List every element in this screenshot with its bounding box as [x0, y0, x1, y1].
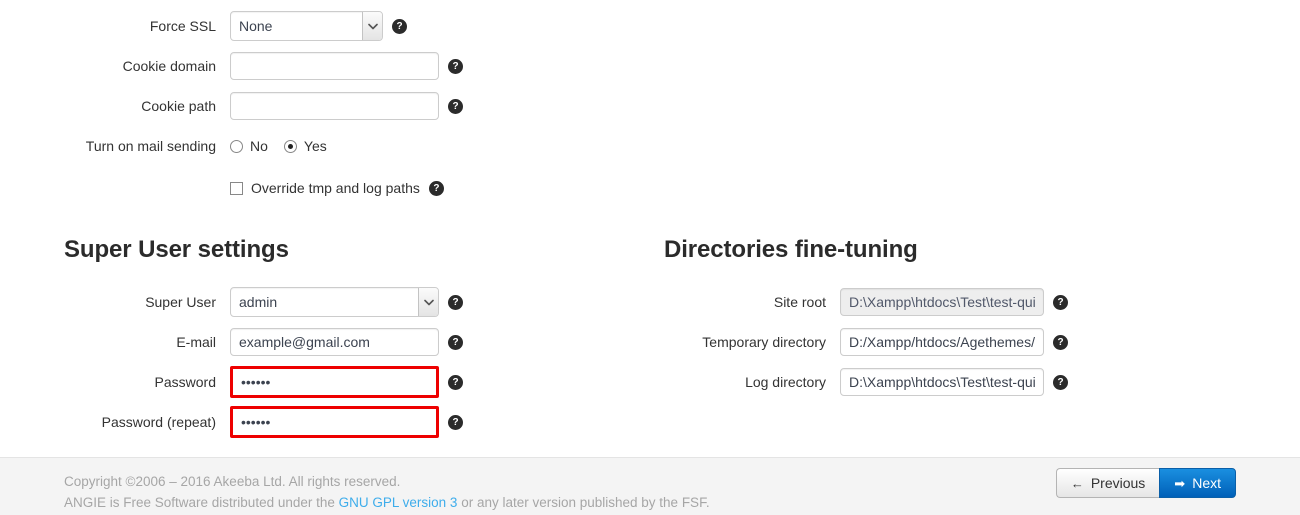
field-super-user: admin ?: [230, 287, 463, 317]
checkbox-icon[interactable]: [230, 181, 243, 195]
form-row-override-paths: Override tmp and log paths ?: [0, 166, 463, 210]
cookie-path-input[interactable]: [230, 92, 439, 120]
override-paths-label: Override tmp and log paths: [251, 180, 420, 196]
license-suffix: or any later version published by the FS…: [457, 495, 710, 510]
form-row-password: Password ?: [0, 362, 463, 402]
help-icon-cookie-domain[interactable]: ?: [448, 58, 463, 74]
form-row-password-repeat: Password (repeat) ?: [0, 402, 463, 442]
label-log-directory: Log directory: [745, 374, 826, 390]
label-temp-directory: Temporary directory: [702, 334, 826, 350]
gnu-gpl-link[interactable]: GNU GPL version 3: [339, 495, 458, 510]
radio-label-no: No: [250, 138, 268, 154]
label-password-repeat: Password (repeat): [101, 414, 216, 430]
form-row-mail-sending: Turn on mail sending No Yes: [0, 126, 463, 166]
help-icon-temp-directory[interactable]: ?: [1053, 334, 1068, 350]
password-input[interactable]: [230, 366, 439, 398]
next-button[interactable]: ➡ Next: [1159, 468, 1236, 498]
form-row-cookie-path: Cookie path ?: [0, 86, 463, 126]
label-site-root: Site root: [773, 294, 826, 310]
help-icon-override-paths[interactable]: ?: [428, 180, 444, 196]
label-cookie-domain: Cookie domain: [122, 58, 216, 74]
label-mail-sending: Turn on mail sending: [85, 138, 216, 154]
field-log-directory: ?: [840, 368, 1068, 396]
field-email: ?: [230, 328, 463, 356]
field-temp-directory: ?: [840, 328, 1068, 356]
form-row-email: E-mail ?: [0, 322, 463, 362]
site-root-input: [840, 288, 1044, 316]
override-paths-checkbox[interactable]: Override tmp and log paths: [230, 180, 420, 196]
super-user-value: admin: [239, 294, 278, 310]
license-line: ANGIE is Free Software distributed under…: [64, 492, 710, 513]
field-site-root: ?: [840, 288, 1068, 316]
override-paths-field: Override tmp and log paths ?: [230, 180, 444, 196]
super-user-heading: Super User settings: [64, 236, 289, 263]
field-password: ?: [230, 366, 463, 398]
field-cookie-domain: ?: [230, 52, 463, 80]
radio-mail-no[interactable]: No: [230, 138, 268, 154]
help-icon-password-repeat[interactable]: ?: [448, 414, 463, 430]
email-input[interactable]: [230, 328, 439, 356]
help-icon-cookie-path[interactable]: ?: [448, 98, 463, 114]
directories-heading: Directories fine-tuning: [664, 236, 918, 263]
help-icon-site-root[interactable]: ?: [1053, 294, 1068, 310]
arrow-right-icon: ➡: [1174, 475, 1186, 491]
field-password-repeat: ?: [230, 406, 463, 438]
help-icon-email[interactable]: ?: [448, 334, 463, 350]
radio-circle-selected-icon[interactable]: [283, 139, 297, 153]
force-ssl-value: None: [239, 18, 273, 34]
chevron-down-icon[interactable]: [362, 12, 382, 40]
form-row-force-ssl: Force SSL None ?: [0, 6, 463, 46]
cookie-domain-input[interactable]: [230, 52, 439, 80]
form-row-log-directory: Log directory ?: [600, 362, 1068, 402]
site-parameters-section: Force SSL None ? Cookie domain ? Cookie: [0, 6, 463, 210]
super-user-select[interactable]: admin: [230, 287, 439, 317]
radio-mail-yes[interactable]: Yes: [283, 138, 327, 154]
force-ssl-select[interactable]: None: [230, 11, 383, 41]
form-row-site-root: Site root ?: [600, 282, 1068, 322]
help-icon-force-ssl[interactable]: ?: [392, 18, 407, 34]
next-button-label: Next: [1192, 475, 1221, 491]
field-force-ssl: None ?: [230, 11, 407, 41]
field-cookie-path: ?: [230, 92, 463, 120]
label-super-user: Super User: [145, 294, 216, 310]
help-icon-super-user[interactable]: ?: [448, 294, 463, 310]
label-force-ssl: Force SSL: [149, 18, 216, 34]
mail-sending-radio-group: No Yes: [230, 138, 343, 154]
chevron-down-icon[interactable]: [418, 288, 438, 316]
form-row-cookie-domain: Cookie domain ?: [0, 46, 463, 86]
copyright-line: Copyright ©2006 – 2016 Akeeba Ltd. All r…: [64, 474, 401, 489]
radio-circle-icon[interactable]: [230, 139, 243, 153]
help-icon-log-directory[interactable]: ?: [1053, 374, 1068, 390]
previous-button-label: Previous: [1090, 475, 1146, 491]
label-password: Password: [154, 374, 216, 390]
help-icon-password[interactable]: ?: [448, 374, 463, 390]
radio-label-yes: Yes: [303, 138, 327, 154]
label-cookie-path: Cookie path: [141, 98, 216, 114]
password-repeat-input[interactable]: [230, 406, 439, 438]
label-email: E-mail: [176, 334, 216, 350]
installer-page: Force SSL None ? Cookie domain ? Cookie: [0, 0, 1300, 515]
page-footer: Copyright ©2006 – 2016 Akeeba Ltd. All r…: [0, 457, 1300, 515]
form-row-temp-directory: Temporary directory ?: [600, 322, 1068, 362]
navigation-buttons: ← Previous ➡ Next: [1055, 468, 1236, 498]
super-user-section: Super User settings Super User admin ? E…: [0, 236, 463, 442]
temp-directory-input[interactable]: [840, 328, 1044, 356]
footer-copyright-block: Copyright ©2006 – 2016 Akeeba Ltd. All r…: [64, 471, 710, 513]
log-directory-input[interactable]: [840, 368, 1044, 396]
directories-section: Directories fine-tuning Site root ? Temp…: [600, 236, 1068, 402]
form-row-super-user: Super User admin ?: [0, 282, 463, 322]
arrow-left-icon: ←: [1070, 475, 1084, 491]
previous-button[interactable]: ← Previous: [1055, 468, 1160, 498]
license-prefix: ANGIE is Free Software distributed under…: [64, 495, 339, 510]
